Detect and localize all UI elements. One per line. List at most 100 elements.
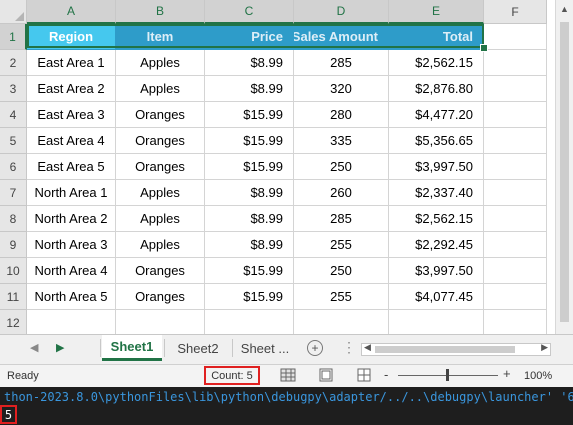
empty-cell[interactable] [484, 258, 547, 284]
add-sheet-icon[interactable]: + [307, 340, 323, 356]
zoom-level[interactable]: 100% [524, 370, 552, 382]
table-cell[interactable]: Oranges [116, 154, 205, 180]
table-cell[interactable]: $15.99 [205, 154, 294, 180]
table-cell[interactable]: $15.99 [205, 284, 294, 310]
table-cell[interactable]: $3,997.50 [389, 154, 484, 180]
table-cell[interactable]: $8.99 [205, 50, 294, 76]
table-cell[interactable]: $15.99 [205, 102, 294, 128]
table-cell[interactable]: 320 [294, 76, 389, 102]
empty-cell[interactable] [484, 310, 547, 336]
table-cell[interactable]: Apples [116, 180, 205, 206]
scroll-left-icon[interactable]: ◀ [364, 342, 371, 353]
table-cell[interactable]: $8.99 [205, 180, 294, 206]
table-cell[interactable]: $3,997.50 [389, 258, 484, 284]
table-cell[interactable]: $2,562.15 [389, 206, 484, 232]
table-cell[interactable]: East Area 1 [27, 50, 116, 76]
table-cell[interactable]: $5,356.65 [389, 128, 484, 154]
row-header-10[interactable]: 10 [0, 258, 27, 284]
vertical-scrollbar[interactable]: ▲ [555, 0, 573, 334]
table-cell[interactable]: East Area 2 [27, 76, 116, 102]
select-all-corner[interactable] [0, 0, 27, 24]
table-cell[interactable]: East Area 3 [27, 102, 116, 128]
horizontal-scroll-thumb[interactable] [375, 346, 515, 353]
table-cell[interactable]: Oranges [116, 284, 205, 310]
row-header-8[interactable]: 8 [0, 206, 27, 232]
row-header-5[interactable]: 5 [0, 128, 27, 154]
tab-sheet-more[interactable]: Sheet ... [234, 335, 296, 361]
table-cell[interactable]: $15.99 [205, 258, 294, 284]
empty-cell[interactable] [116, 310, 205, 336]
table-cell[interactable]: 280 [294, 102, 389, 128]
scroll-right-icon[interactable]: ▶ [541, 342, 548, 353]
row-header-4[interactable]: 4 [0, 102, 27, 128]
tab-sheet2[interactable]: Sheet2 [166, 335, 230, 361]
table-cell[interactable]: 250 [294, 258, 389, 284]
table-cell[interactable]: Apples [116, 206, 205, 232]
empty-cell[interactable] [484, 284, 547, 310]
empty-cell[interactable] [27, 310, 116, 336]
row-header-12[interactable]: 12 [0, 310, 27, 336]
table-cell[interactable]: $2,562.15 [389, 50, 484, 76]
table-cell[interactable]: $2,337.40 [389, 180, 484, 206]
vertical-scroll-thumb[interactable] [560, 22, 569, 322]
header-cell[interactable]: Region [27, 24, 116, 50]
table-cell[interactable]: Apples [116, 232, 205, 258]
empty-cell[interactable] [484, 232, 547, 258]
table-cell[interactable]: Oranges [116, 258, 205, 284]
table-cell[interactable]: East Area 4 [27, 128, 116, 154]
empty-cell[interactable] [484, 180, 547, 206]
empty-cell[interactable] [484, 50, 547, 76]
column-header-e[interactable]: E [389, 0, 484, 24]
normal-view-icon[interactable] [280, 368, 296, 382]
column-header-d[interactable]: D [294, 0, 389, 24]
table-cell[interactable]: North Area 2 [27, 206, 116, 232]
zoom-slider-thumb[interactable] [446, 369, 449, 381]
table-cell[interactable]: 285 [294, 206, 389, 232]
row-header-1[interactable]: 1 [0, 24, 27, 50]
table-cell[interactable]: Oranges [116, 102, 205, 128]
fill-handle[interactable] [480, 44, 488, 52]
table-cell[interactable]: 335 [294, 128, 389, 154]
header-cell[interactable]: Total [389, 24, 484, 50]
column-header-a[interactable]: A [27, 0, 116, 24]
column-header-f[interactable]: F [484, 0, 547, 24]
table-cell[interactable]: $2,876.80 [389, 76, 484, 102]
empty-cell[interactable] [484, 102, 547, 128]
column-header-c[interactable]: C [205, 0, 294, 24]
table-cell[interactable]: Apples [116, 76, 205, 102]
empty-cell[interactable] [484, 24, 547, 50]
row-header-3[interactable]: 3 [0, 76, 27, 102]
page-layout-view-icon[interactable] [318, 368, 334, 382]
header-cell[interactable]: Item [116, 24, 205, 50]
table-cell[interactable]: 285 [294, 50, 389, 76]
empty-cell[interactable] [484, 76, 547, 102]
table-cell[interactable]: 255 [294, 232, 389, 258]
empty-cell[interactable] [205, 310, 294, 336]
table-cell[interactable]: $4,477.20 [389, 102, 484, 128]
row-header-2[interactable]: 2 [0, 50, 27, 76]
header-cell[interactable]: Price [205, 24, 294, 50]
tab-sheet1[interactable]: Sheet1 [102, 335, 162, 361]
table-cell[interactable]: North Area 5 [27, 284, 116, 310]
table-cell[interactable]: East Area 5 [27, 154, 116, 180]
table-cell[interactable]: North Area 4 [27, 258, 116, 284]
next-sheet-icon[interactable]: ▶ [56, 341, 64, 354]
empty-cell[interactable] [484, 154, 547, 180]
table-cell[interactable]: North Area 1 [27, 180, 116, 206]
row-header-7[interactable]: 7 [0, 180, 27, 206]
table-cell[interactable]: $15.99 [205, 128, 294, 154]
table-cell[interactable]: $8.99 [205, 232, 294, 258]
empty-cell[interactable] [294, 310, 389, 336]
split-handle-icon[interactable]: ⋮ [342, 339, 356, 356]
table-cell[interactable]: 260 [294, 180, 389, 206]
table-cell[interactable]: North Area 3 [27, 232, 116, 258]
zoom-out-button[interactable]: - [384, 367, 388, 382]
horizontal-scrollbar[interactable]: ◀ ▶ [361, 342, 551, 356]
empty-cell[interactable] [484, 206, 547, 232]
table-cell[interactable]: Oranges [116, 128, 205, 154]
scroll-up-icon[interactable]: ▲ [560, 4, 569, 14]
prev-sheet-icon[interactable]: ◀ [30, 341, 38, 354]
table-cell[interactable]: 250 [294, 154, 389, 180]
zoom-in-button[interactable]: + [503, 366, 511, 381]
column-header-b[interactable]: B [116, 0, 205, 24]
